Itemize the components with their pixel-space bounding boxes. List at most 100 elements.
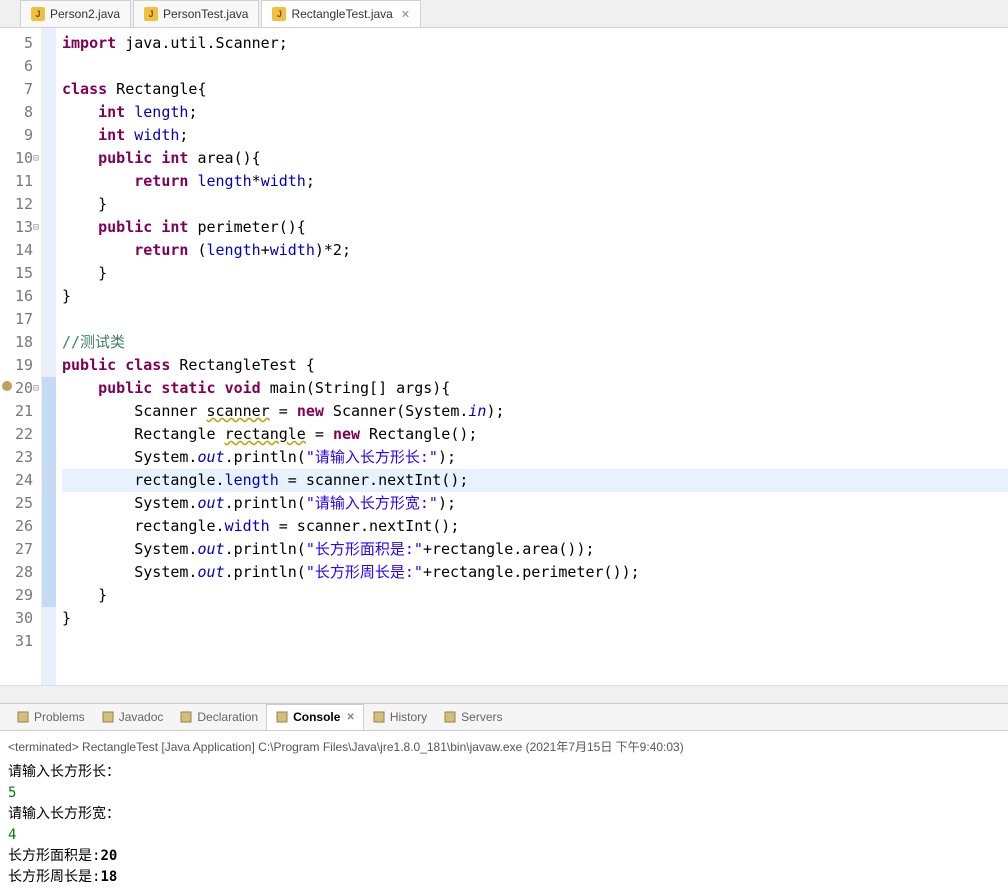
tab-label: RectangleTest.java xyxy=(291,7,392,21)
bottom-tab-console[interactable]: Console ✕ xyxy=(266,704,364,730)
code-line[interactable]: } xyxy=(62,584,1008,607)
history-icon xyxy=(372,710,386,724)
code-line[interactable] xyxy=(62,308,1008,331)
bottom-tab-servers[interactable]: Servers xyxy=(435,704,510,730)
line-number: 20⊟ xyxy=(4,377,33,400)
bottom-tab-problems[interactable]: Problems xyxy=(8,704,93,730)
code-line[interactable]: } xyxy=(62,193,1008,216)
line-number: 11 xyxy=(4,170,33,193)
problems-icon xyxy=(16,710,30,724)
code-line[interactable]: import java.util.Scanner; xyxy=(62,32,1008,55)
code-line[interactable] xyxy=(62,630,1008,653)
line-number: 18 xyxy=(4,331,33,354)
code-line[interactable]: public static void main(String[] args){ xyxy=(62,377,1008,400)
bottom-tab-label: Declaration xyxy=(197,710,258,724)
line-number: 5 xyxy=(4,32,33,55)
line-number: 13⊟ xyxy=(4,216,33,239)
close-icon[interactable]: ✕ xyxy=(401,8,410,21)
tab-label: Person2.java xyxy=(50,7,120,21)
bottom-panel-tabs: Problems Javadoc Declaration Console ✕ Histor… xyxy=(0,703,1008,731)
line-number: 21 xyxy=(4,400,33,423)
code-line[interactable]: int width; xyxy=(62,124,1008,147)
bottom-tab-label: Console xyxy=(293,710,340,724)
line-number: 7 xyxy=(4,78,33,101)
editor-tab-PersonTest-java[interactable]: J PersonTest.java xyxy=(133,0,259,27)
fold-icon[interactable]: ⊟ xyxy=(33,377,39,400)
code-area[interactable]: import java.util.Scanner; class Rectangle… xyxy=(56,28,1008,685)
code-line[interactable]: System.out.println("请输入长方形宽:"); xyxy=(62,492,1008,515)
java-file-icon: J xyxy=(272,7,286,21)
line-number: 25 xyxy=(4,492,33,515)
line-number: 31 xyxy=(4,630,33,653)
editor-tabs: J Person2.java J PersonTest.java J RectangleT… xyxy=(0,0,1008,28)
bottom-tab-label: History xyxy=(390,710,427,724)
java-file-icon: J xyxy=(31,7,45,21)
line-number: 29 xyxy=(4,584,33,607)
code-line[interactable]: class Rectangle{ xyxy=(62,78,1008,101)
change-ruler xyxy=(42,28,56,685)
code-line[interactable]: } xyxy=(62,607,1008,630)
line-number: 8 xyxy=(4,101,33,124)
code-line[interactable]: //测试类 xyxy=(62,331,1008,354)
code-line[interactable]: public int area(){ xyxy=(62,147,1008,170)
code-line[interactable]: public int perimeter(){ xyxy=(62,216,1008,239)
line-number: 23 xyxy=(4,446,33,469)
code-line[interactable] xyxy=(62,55,1008,78)
code-line[interactable]: rectangle.length = scanner.nextInt(); xyxy=(62,469,1008,492)
code-editor[interactable]: 5678910⊟111213⊟14151617181920⊟2122232425… xyxy=(0,28,1008,685)
javadoc-icon xyxy=(101,710,115,724)
console-output-line: 长方形面积是:20 xyxy=(8,846,1000,867)
line-number: 16 xyxy=(4,285,33,308)
console-output: 请输入长方形长：5请输入长方形宽：4长方形面积是:20长方形周长是:18 xyxy=(8,762,1000,888)
bottom-tab-label: Javadoc xyxy=(119,710,164,724)
tab-label: PersonTest.java xyxy=(163,7,248,21)
code-line[interactable]: int length; xyxy=(62,101,1008,124)
console-input-line: 4 xyxy=(8,825,1000,846)
code-line[interactable]: Scanner scanner = new Scanner(System.in)… xyxy=(62,400,1008,423)
code-line[interactable]: System.out.println("长方形面积是:"+rectangle.a… xyxy=(62,538,1008,561)
line-number: 28 xyxy=(4,561,33,584)
console-output-line: 长方形周长是:18 xyxy=(8,867,1000,888)
code-line[interactable]: System.out.println("请输入长方形长:"); xyxy=(62,446,1008,469)
bottom-tab-javadoc[interactable]: Javadoc xyxy=(93,704,172,730)
bottom-tab-declaration[interactable]: Declaration xyxy=(171,704,266,730)
line-number: 15 xyxy=(4,262,33,285)
code-line[interactable]: System.out.println("长方形周长是:"+rectangle.p… xyxy=(62,561,1008,584)
line-number: 12 xyxy=(4,193,33,216)
console-header: <terminated> RectangleTest [Java Applica… xyxy=(8,735,1000,762)
code-line[interactable]: } xyxy=(62,262,1008,285)
line-number: 30 xyxy=(4,607,33,630)
code-line[interactable]: return length*width; xyxy=(62,170,1008,193)
warning-marker-icon[interactable] xyxy=(2,381,12,391)
console-panel[interactable]: <terminated> RectangleTest [Java Applica… xyxy=(0,731,1008,892)
line-number: 27 xyxy=(4,538,33,561)
console-icon xyxy=(275,710,289,724)
editor-tab-RectangleTest-java[interactable]: J RectangleTest.java ✕ xyxy=(261,0,421,27)
horizontal-scrollbar[interactable] xyxy=(0,685,1008,703)
code-line[interactable]: Rectangle rectangle = new Rectangle(); xyxy=(62,423,1008,446)
code-line[interactable]: public class RectangleTest { xyxy=(62,354,1008,377)
declaration-icon xyxy=(179,710,193,724)
close-icon[interactable]: ✕ xyxy=(346,712,354,723)
fold-icon[interactable]: ⊟ xyxy=(33,147,39,170)
java-file-icon: J xyxy=(144,7,158,21)
console-input-line: 5 xyxy=(8,783,1000,804)
editor-tab-Person2-java[interactable]: J Person2.java xyxy=(20,0,131,27)
bottom-tab-label: Problems xyxy=(34,710,85,724)
line-number: 14 xyxy=(4,239,33,262)
code-line[interactable]: rectangle.width = scanner.nextInt(); xyxy=(62,515,1008,538)
bottom-tab-history[interactable]: History xyxy=(364,704,435,730)
code-line[interactable]: return (length+width)*2; xyxy=(62,239,1008,262)
line-number: 19 xyxy=(4,354,33,377)
line-number: 22 xyxy=(4,423,33,446)
console-output-line: 请输入长方形长： xyxy=(8,762,1000,783)
line-number: 26 xyxy=(4,515,33,538)
line-number: 6 xyxy=(4,55,33,78)
bottom-tab-label: Servers xyxy=(461,710,502,724)
line-number: 17 xyxy=(4,308,33,331)
code-line[interactable]: } xyxy=(62,285,1008,308)
fold-icon[interactable]: ⊟ xyxy=(33,216,39,239)
line-number: 9 xyxy=(4,124,33,147)
line-number: 24 xyxy=(4,469,33,492)
line-number: 10⊟ xyxy=(4,147,33,170)
